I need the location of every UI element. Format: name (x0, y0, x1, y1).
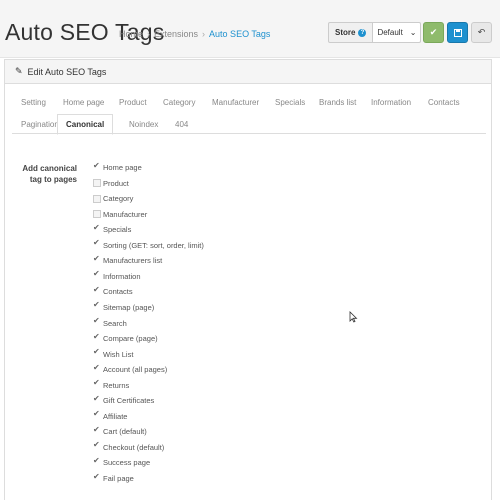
canonical-option-returns[interactable]: Returns (93, 378, 130, 390)
checkbox-label: Contacts (103, 287, 133, 297)
tab-404[interactable]: 404 (175, 120, 188, 129)
back-button[interactable]: ↶ (471, 22, 492, 43)
canonical-option-account-all-pages[interactable]: Account (all pages) (93, 363, 168, 375)
checkbox-checked[interactable] (93, 347, 101, 358)
breadcrumb-home[interactable]: Home (119, 29, 143, 39)
tab-specials[interactable]: Specials (275, 98, 305, 107)
checkbox-label: Sorting (GET: sort, order, limit) (103, 240, 204, 250)
checkbox-unchecked[interactable] (93, 194, 101, 203)
checkbox-label: Cart (default) (103, 427, 147, 437)
floppy-icon (453, 28, 462, 37)
checkbox-label: Gift Certificates (103, 396, 155, 406)
check-icon: ✔ (429, 27, 438, 37)
tab-brands-list[interactable]: Brands list (319, 98, 356, 107)
checkbox-label: Information (103, 271, 141, 281)
checkbox-label: Affiliate (103, 411, 128, 421)
canonical-option-contacts[interactable]: Contacts (93, 285, 133, 297)
canonical-option-category[interactable]: Category (93, 194, 133, 203)
canonical-field-label: Add canonical tag to pages (22, 164, 77, 184)
back-arrow-icon: ↶ (477, 27, 486, 37)
canonical-option-cart-default[interactable]: Cart (default) (93, 425, 147, 437)
help-icon[interactable]: ? (358, 28, 367, 37)
store-select[interactable]: Default ⌄ (373, 22, 422, 43)
checkbox-checked[interactable] (93, 440, 101, 451)
store-selector: Store? Default ⌄ (328, 22, 422, 43)
checkbox-label: Returns (103, 380, 130, 390)
checkbox-label: Account (all pages) (103, 365, 168, 375)
checkbox-checked[interactable] (93, 300, 101, 311)
checkbox-label: Product (103, 178, 129, 188)
canonical-option-compare-page[interactable]: Compare (page) (93, 332, 158, 344)
checkbox-checked[interactable] (93, 363, 101, 374)
tab-category[interactable]: Category (163, 98, 195, 107)
checkbox-checked[interactable] (93, 332, 101, 343)
canonical-option-search[interactable]: Search (93, 316, 127, 328)
checkbox-label: Sitemap (page) (103, 302, 155, 312)
checkbox-label: Compare (page) (103, 334, 158, 344)
canonical-option-sitemap-page[interactable]: Sitemap (page) (93, 300, 155, 312)
checkbox-label: Wish List (103, 349, 134, 359)
checkbox-label: Category (103, 194, 134, 204)
store-label: Store? (328, 22, 374, 43)
checkbox-checked[interactable] (93, 456, 101, 467)
checkbox-unchecked[interactable] (93, 179, 101, 188)
canonical-option-specials[interactable]: Specials (93, 223, 132, 235)
checkbox-label: Manufacturer (103, 209, 148, 219)
save-button[interactable]: ✔ (423, 22, 444, 43)
checkbox-label: Manufacturers list (103, 256, 163, 266)
canonical-option-manufacturer[interactable]: Manufacturer (93, 210, 147, 219)
checkbox-label: Specials (103, 225, 132, 235)
checkbox-checked[interactable] (93, 409, 101, 420)
checkbox-label: Fail page (103, 474, 134, 483)
canonical-option-checkout-default[interactable]: Checkout (default) (93, 440, 165, 452)
canonical-option-fail-page[interactable]: Fail page (93, 472, 134, 484)
checkbox-label: Home page (103, 163, 142, 172)
tab-home-page[interactable]: Home page (63, 98, 104, 107)
checkbox-label: Success page (103, 458, 151, 468)
checkbox-checked[interactable] (93, 285, 101, 296)
breadcrumb: Home › Extensions › Auto SEO Tags (119, 29, 271, 39)
canonical-option-home-page[interactable]: Home page (93, 161, 142, 173)
tab-contacts[interactable]: Contacts (428, 98, 460, 107)
canonical-option-gift-certificates[interactable]: Gift Certificates (93, 394, 155, 406)
page-header: Auto SEO Tags Home › Extensions › Auto SEO T… (0, 0, 500, 58)
tab-canonical[interactable]: Canonical (57, 114, 114, 135)
checkbox-checked[interactable] (93, 161, 101, 172)
tab-setting[interactable]: Setting (21, 98, 46, 107)
canonical-option-sorting-get-sort-order-limit[interactable]: Sorting (GET: sort, order, limit) (93, 238, 204, 250)
canonical-option-manufacturers-list[interactable]: Manufacturers list (93, 254, 163, 266)
checkbox-checked[interactable] (93, 425, 101, 436)
canonical-option-wish-list[interactable]: Wish List (93, 347, 134, 359)
breadcrumb-extensions[interactable]: Extensions (154, 29, 198, 39)
panel-heading: ✎ Edit Auto SEO Tags (5, 60, 491, 84)
tab-noindex[interactable]: Noindex (129, 120, 158, 129)
checkbox-label: Checkout (default) (103, 442, 165, 452)
canonical-option-affiliate[interactable]: Affiliate (93, 409, 128, 421)
checkbox-checked[interactable] (93, 472, 101, 483)
checkbox-checked[interactable] (93, 378, 101, 389)
canonical-option-success-page[interactable]: Success page (93, 456, 151, 468)
chevron-down-icon: ⌄ (409, 28, 417, 37)
canonical-option-product[interactable]: Product (93, 179, 129, 188)
checkbox-unchecked[interactable] (93, 210, 101, 219)
checkbox-checked[interactable] (93, 269, 101, 280)
tab-divider (12, 133, 486, 134)
checkbox-checked[interactable] (93, 223, 101, 234)
checkbox-checked[interactable] (93, 394, 101, 405)
checkbox-checked[interactable] (93, 254, 101, 265)
mouse-cursor-icon (349, 311, 358, 323)
pencil-icon: ✎ (15, 66, 23, 76)
tab-information[interactable]: Information (371, 98, 411, 107)
checkbox-label: Search (103, 318, 127, 328)
save-stay-button[interactable] (447, 22, 468, 43)
tab-product[interactable]: Product (119, 98, 147, 107)
checkbox-checked[interactable] (93, 316, 101, 327)
tab-pagination[interactable]: Pagination (21, 120, 59, 129)
tab-manufacturer[interactable]: Manufacturer (212, 98, 259, 107)
checkbox-checked[interactable] (93, 238, 101, 249)
canonical-option-information[interactable]: Information (93, 269, 141, 281)
panel-title: Edit Auto SEO Tags (27, 66, 107, 77)
breadcrumb-current[interactable]: Auto SEO Tags (209, 29, 270, 39)
